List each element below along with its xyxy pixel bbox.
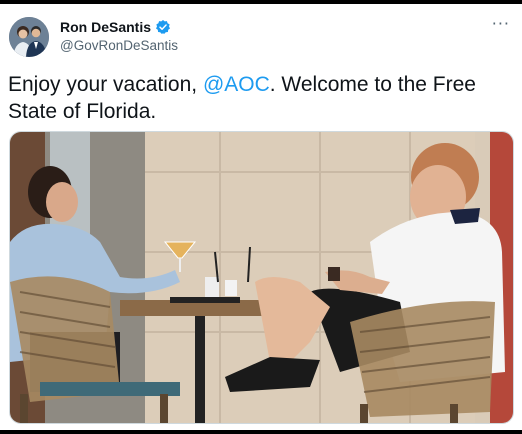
mention-link[interactable]: @AOC — [203, 73, 270, 96]
author-name[interactable]: Ron DeSantis — [60, 19, 151, 35]
author-handle[interactable]: @GovRonDeSantis — [60, 38, 178, 53]
avatar-image — [9, 17, 49, 57]
tweet-text: Enjoy your vacation, @AOC. Welcome to th… — [8, 71, 513, 125]
verified-badge-icon — [156, 20, 171, 34]
cafe-photo-image — [10, 132, 513, 423]
tweet-photo[interactable] — [9, 131, 514, 424]
avatar[interactable] — [9, 17, 49, 57]
author-row[interactable]: Ron DeSantis — [60, 19, 171, 35]
tweet-text-part: Enjoy your vacation, — [8, 73, 203, 96]
tweet-card[interactable]: Ron DeSantis @GovRonDeSantis ··· Enjoy y… — [0, 4, 522, 430]
more-horizontal-icon[interactable]: ··· — [492, 14, 510, 33]
